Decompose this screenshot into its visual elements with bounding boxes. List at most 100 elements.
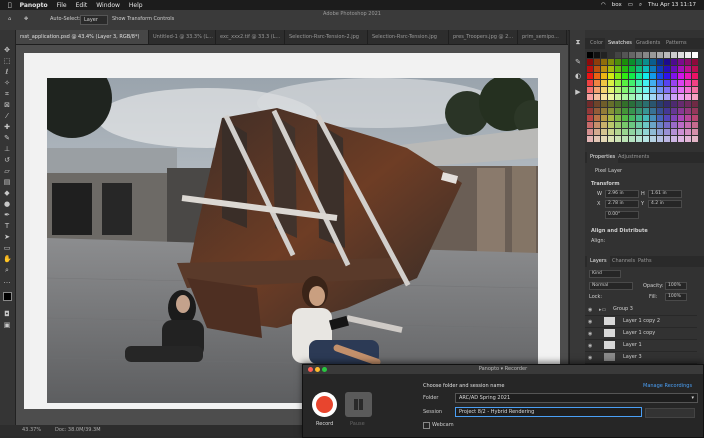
opacity-field[interactable]: 100% <box>665 282 687 290</box>
tab-document-6[interactable]: pres_Troopers.jpg @ 2... <box>449 30 518 44</box>
swatch[interactable] <box>615 108 621 114</box>
swatch[interactable] <box>678 52 684 58</box>
swatch[interactable] <box>629 129 635 135</box>
tab-gradients[interactable]: Gradients <box>633 38 663 49</box>
swatch[interactable] <box>671 115 677 121</box>
swatch[interactable] <box>608 129 614 135</box>
fill-field[interactable]: 100% <box>665 293 687 301</box>
swatch[interactable] <box>615 87 621 93</box>
lasso-icon[interactable]: ℓ <box>3 68 11 76</box>
swatch[interactable] <box>671 122 677 128</box>
layer-row[interactable]: ◉ Layer 1 <box>585 340 697 352</box>
swatch[interactable] <box>643 129 649 135</box>
swatch[interactable] <box>608 101 614 107</box>
swatch[interactable] <box>587 122 593 128</box>
swatch[interactable] <box>650 66 656 72</box>
swatch[interactable] <box>636 59 642 65</box>
swatch[interactable] <box>664 101 670 107</box>
swatch[interactable] <box>608 108 614 114</box>
swatch[interactable] <box>643 122 649 128</box>
swatch[interactable] <box>685 80 691 86</box>
crop-icon[interactable]: ⌗ <box>3 90 11 98</box>
swatch[interactable] <box>692 52 698 58</box>
tab-adjustments[interactable]: Adjustments <box>615 152 652 163</box>
swatch[interactable] <box>643 101 649 107</box>
swatch[interactable] <box>671 129 677 135</box>
move-tool-icon[interactable]: ✥ <box>24 16 28 22</box>
apple-icon[interactable]:  <box>8 2 12 9</box>
swatch[interactable] <box>636 80 642 86</box>
tab-document-4[interactable]: Selection-Rsrc-Tension-2.jpg <box>285 30 368 44</box>
transform-heading[interactable]: Transform <box>591 181 620 187</box>
swatch[interactable] <box>622 129 628 135</box>
artwork-image[interactable] <box>47 78 538 403</box>
swatch[interactable] <box>594 87 600 93</box>
visibility-eye-icon[interactable]: ◉ <box>588 331 592 337</box>
swatch[interactable] <box>657 52 663 58</box>
swatch[interactable] <box>678 94 684 100</box>
menu-help[interactable]: Help <box>129 2 143 9</box>
swatch[interactable] <box>650 115 656 121</box>
swatch[interactable] <box>594 129 600 135</box>
swatch[interactable] <box>657 108 663 114</box>
tab-document-5[interactable]: Selection-Rsrc-Tension.jpg <box>368 30 449 44</box>
swatch[interactable] <box>664 52 670 58</box>
swatch[interactable] <box>636 122 642 128</box>
swatch[interactable] <box>678 115 684 121</box>
swatch[interactable] <box>594 101 600 107</box>
swatch[interactable] <box>636 94 642 100</box>
tab-document-7[interactable]: prim_semipo... <box>518 30 567 44</box>
swatch[interactable] <box>622 101 628 107</box>
swatch[interactable] <box>594 115 600 121</box>
manage-recordings-link[interactable]: Manage Recordings <box>643 383 692 389</box>
layer-row[interactable]: ◉ Layer 3 <box>585 352 697 364</box>
swatch[interactable] <box>678 80 684 86</box>
swatch[interactable] <box>643 59 649 65</box>
auto-select-label[interactable]: Auto-Select: <box>50 16 81 22</box>
swatch[interactable] <box>664 87 670 93</box>
swatch[interactable] <box>678 73 684 79</box>
swatch[interactable] <box>587 136 593 142</box>
pen-icon[interactable]: ✒ <box>3 211 11 219</box>
swatch[interactable] <box>643 66 649 72</box>
blend-mode-dropdown[interactable]: Normal <box>589 282 633 290</box>
swatch[interactable] <box>671 87 677 93</box>
swatch[interactable] <box>594 52 600 58</box>
swatch[interactable] <box>671 94 677 100</box>
swatch[interactable] <box>601 80 607 86</box>
swatch[interactable] <box>622 94 628 100</box>
swatch[interactable] <box>615 94 621 100</box>
visibility-eye-icon[interactable]: ◉ <box>588 355 592 361</box>
swatch[interactable] <box>650 80 656 86</box>
zoom-icon[interactable]: ⌕ <box>3 266 11 274</box>
swatch[interactable] <box>692 115 698 121</box>
swatch[interactable] <box>685 122 691 128</box>
swatch[interactable] <box>657 136 663 142</box>
swatch[interactable] <box>692 129 698 135</box>
swatch[interactable] <box>608 66 614 72</box>
blur-icon[interactable]: ◆ <box>3 189 11 197</box>
swatch[interactable] <box>601 66 607 72</box>
swatch[interactable] <box>664 136 670 142</box>
swatch[interactable] <box>629 101 635 107</box>
foreground-color-swatch[interactable] <box>3 292 12 301</box>
swatch[interactable] <box>664 108 670 114</box>
swatch[interactable] <box>657 129 663 135</box>
swatch[interactable] <box>587 80 593 86</box>
swatch[interactable] <box>657 87 663 93</box>
swatch[interactable] <box>594 108 600 114</box>
swatch[interactable] <box>643 87 649 93</box>
height-field[interactable]: 1.61 in <box>648 190 682 198</box>
swatch[interactable] <box>650 122 656 128</box>
swatch[interactable] <box>643 94 649 100</box>
home-icon[interactable]: ⌂ <box>8 16 11 22</box>
swatch[interactable] <box>587 101 593 107</box>
actions-icon[interactable]: ▶ <box>574 88 582 96</box>
tab-layers[interactable]: Layers <box>587 256 610 267</box>
swatch[interactable] <box>664 59 670 65</box>
visibility-eye-icon[interactable]: ◉ <box>588 307 592 313</box>
swatch[interactable] <box>622 73 628 79</box>
swatch[interactable] <box>615 66 621 72</box>
swatch[interactable] <box>650 101 656 107</box>
history-icon[interactable]: ⧗ <box>574 38 582 46</box>
